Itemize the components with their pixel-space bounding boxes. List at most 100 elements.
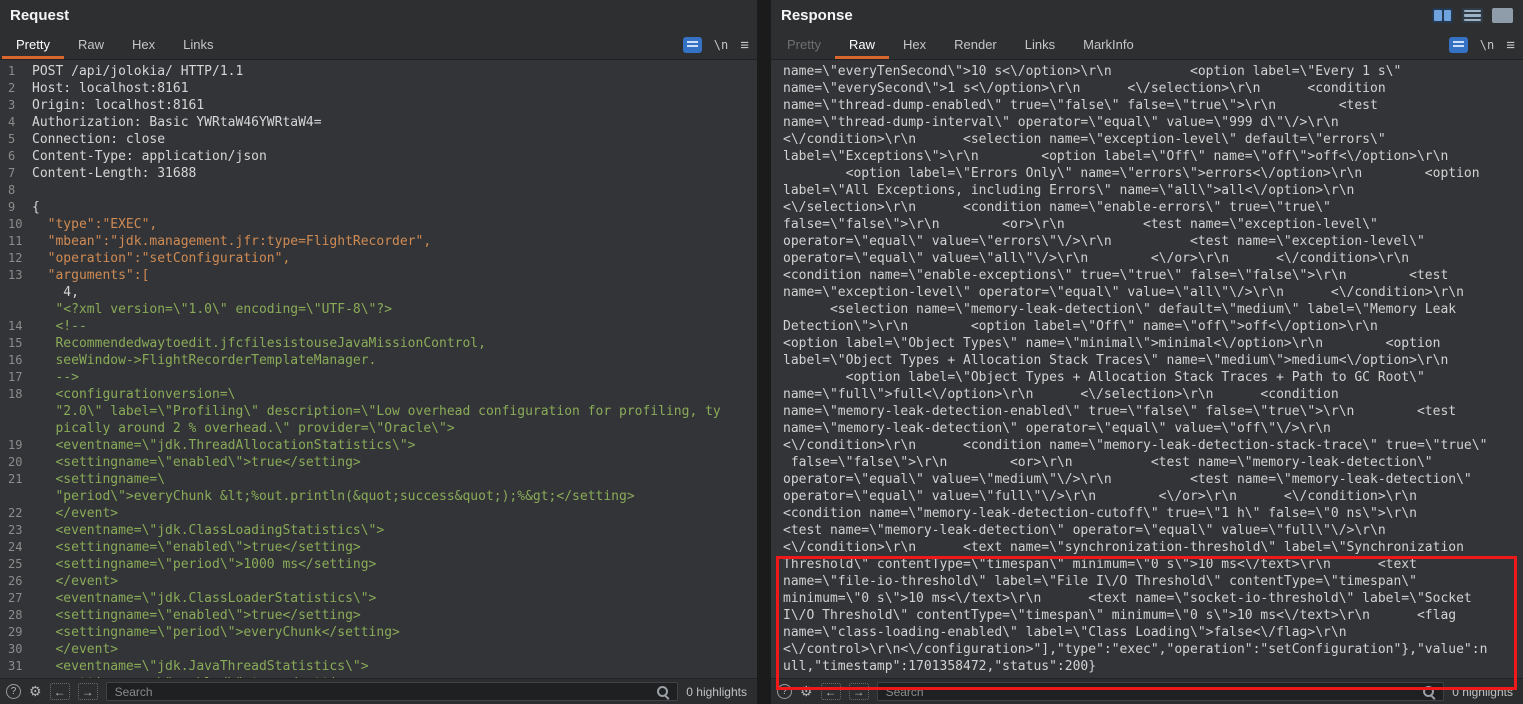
- response-code-line: <option label=\"Object Types\" name=\"mi…: [783, 335, 1519, 352]
- request-tabbar: PrettyRawHexLinks \n ≡: [0, 31, 757, 60]
- syntax-highlight-icon[interactable]: [1449, 37, 1468, 53]
- response-code-line: false=\"false\">\r\n <or>\r\n <test name…: [783, 216, 1519, 233]
- code-text: <configurationversion=\: [32, 386, 236, 403]
- request-panel: Request PrettyRawHexLinks \n ≡ 1POST /ap…: [0, 0, 757, 704]
- editor-menu-icon[interactable]: ≡: [1506, 37, 1515, 54]
- tab-links[interactable]: Links: [169, 31, 227, 59]
- line-number: 18: [0, 386, 32, 403]
- tab-hex[interactable]: Hex: [118, 31, 169, 59]
- code-text: <settingname=\"period\">everyChunk</sett…: [32, 624, 400, 641]
- line-number: 14: [0, 318, 32, 335]
- request-code-line: 8: [0, 182, 757, 199]
- code-text: <eventname=\"jdk.ThreadAllocationStatist…: [32, 437, 416, 454]
- tab-raw[interactable]: Raw: [835, 31, 889, 59]
- code-text: Connection: close: [32, 131, 165, 148]
- line-number: 20: [0, 454, 32, 471]
- line-number: 15: [0, 335, 32, 352]
- response-code-line: I\/O Threshold\" contentType=\"timespan\…: [783, 607, 1519, 624]
- request-code-line: 11 "mbean":"jdk.management.jfr:type=Flig…: [0, 233, 757, 250]
- line-number: 6: [0, 148, 32, 165]
- line-number: 5: [0, 131, 32, 148]
- request-editor[interactable]: 1POST /api/jolokia/ HTTP/1.12Host: local…: [0, 60, 757, 678]
- code-text: <settingname=\: [32, 471, 165, 488]
- code-text: POST /api/jolokia/ HTTP/1.1: [32, 63, 243, 80]
- response-editor-tools: \n ≡: [1449, 31, 1515, 59]
- tab-links[interactable]: Links: [1011, 31, 1069, 59]
- line-number: 11: [0, 233, 32, 250]
- response-code-line: <selection name=\"memory-leak-detection\…: [783, 301, 1519, 318]
- response-code-line: <\/selection>\r\n <condition name=\"enab…: [783, 199, 1519, 216]
- code-text: Content-Length: 31688: [32, 165, 196, 182]
- line-number: 19: [0, 437, 32, 454]
- response-code-line: <option label=\"Errors Only\" name=\"err…: [783, 165, 1519, 182]
- line-number: 8: [0, 182, 32, 199]
- response-code-line: name=\"memory-leak-detection-enabled\" t…: [783, 403, 1519, 420]
- response-code-line: name=\"file-io-threshold\" label=\"File …: [783, 573, 1519, 590]
- newline-toggle-icon[interactable]: \n: [1480, 38, 1494, 52]
- request-code-line: 2Host: localhost:8161: [0, 80, 757, 97]
- code-text: Host: localhost:8161: [32, 80, 189, 97]
- line-number: 22: [0, 505, 32, 522]
- line-number: 4: [0, 114, 32, 131]
- panel-divider[interactable]: [757, 0, 771, 704]
- help-icon[interactable]: ?: [6, 684, 21, 699]
- tab-raw[interactable]: Raw: [64, 31, 118, 59]
- request-code-line: 25 <settingname=\"period\">1000 ms</sett…: [0, 556, 757, 573]
- code-text: "period\">everyChunk &lt;%out.println(&q…: [32, 488, 635, 505]
- gear-icon[interactable]: ⚙: [800, 683, 813, 700]
- prev-match-icon[interactable]: ←: [821, 683, 841, 700]
- line-number: 3: [0, 97, 32, 114]
- request-code-line: "<?xml version=\"1.0\" encoding=\"UTF-8\…: [0, 301, 757, 318]
- line-number: 1: [0, 63, 32, 80]
- help-icon[interactable]: ?: [777, 684, 792, 699]
- response-editor[interactable]: name=\"everyTenSecond\">10 s<\/option>\r…: [771, 60, 1523, 678]
- tab-pretty[interactable]: Pretty: [2, 31, 64, 59]
- request-code-line: 19 <eventname=\"jdk.ThreadAllocationStat…: [0, 437, 757, 454]
- layout-single-icon[interactable]: [1492, 8, 1513, 23]
- search-input[interactable]: [106, 682, 679, 701]
- next-match-icon[interactable]: →: [849, 683, 869, 700]
- request-code-line: 3Origin: localhost:8161: [0, 97, 757, 114]
- line-number: 23: [0, 522, 32, 539]
- tab-pretty[interactable]: Pretty: [773, 31, 835, 59]
- request-code-line: 5Connection: close: [0, 131, 757, 148]
- prev-match-icon[interactable]: ←: [50, 683, 70, 700]
- request-code-line: 12 "operation":"setConfiguration",: [0, 250, 757, 267]
- response-code-line: <\/control>\r\n<\/configuration>"],"type…: [783, 641, 1519, 658]
- line-number: 9: [0, 199, 32, 216]
- editor-menu-icon[interactable]: ≡: [740, 37, 749, 54]
- code-text: </event>: [32, 573, 118, 590]
- gear-icon[interactable]: ⚙: [29, 683, 42, 700]
- syntax-highlight-icon[interactable]: [683, 37, 702, 53]
- response-code-line: ull,"timestamp":1701358472,"status":200}: [783, 658, 1519, 675]
- request-code-line: 10 "type":"EXEC",: [0, 216, 757, 233]
- response-code-line: name=\"everyTenSecond\">10 s<\/option>\r…: [783, 63, 1519, 80]
- request-code-line: 18 <configurationversion=\: [0, 386, 757, 403]
- line-number: 29: [0, 624, 32, 641]
- line-number: [0, 284, 32, 301]
- response-code-line: name=\"memory-leak-detection\" operator=…: [783, 420, 1519, 437]
- request-code-line: 4,: [0, 284, 757, 301]
- request-code-line: 17 -->: [0, 369, 757, 386]
- code-text: <!--: [32, 318, 87, 335]
- layout-columns-icon[interactable]: [1432, 8, 1453, 23]
- search-input[interactable]: [877, 682, 1445, 701]
- code-text: 4,: [32, 284, 79, 301]
- request-code-line: 21 <settingname=\: [0, 471, 757, 488]
- next-match-icon[interactable]: →: [78, 683, 98, 700]
- layout-rows-icon[interactable]: [1462, 8, 1483, 23]
- response-title: Response: [781, 7, 853, 24]
- request-code-line: 29 <settingname=\"period\">everyChunk</s…: [0, 624, 757, 641]
- code-text: </event>: [32, 641, 118, 658]
- line-number: 17: [0, 369, 32, 386]
- tab-render[interactable]: Render: [940, 31, 1011, 59]
- newline-toggle-icon[interactable]: \n: [714, 38, 728, 52]
- code-text: <eventname=\"jdk.JavaThreadStatistics\">: [32, 658, 369, 675]
- response-code-line: <option label=\"Object Types + Allocatio…: [783, 369, 1519, 386]
- request-code-line: 28 <settingname=\"enabled\">true</settin…: [0, 607, 757, 624]
- response-code-line: name=\"everySecond\">1 s<\/option>\r\n <…: [783, 80, 1519, 97]
- response-panel: Response PrettyRawHexRenderLinksMarkInfo…: [771, 0, 1523, 704]
- tab-markinfo[interactable]: MarkInfo: [1069, 31, 1148, 59]
- request-code-line: 20 <settingname=\"enabled\">true</settin…: [0, 454, 757, 471]
- tab-hex[interactable]: Hex: [889, 31, 940, 59]
